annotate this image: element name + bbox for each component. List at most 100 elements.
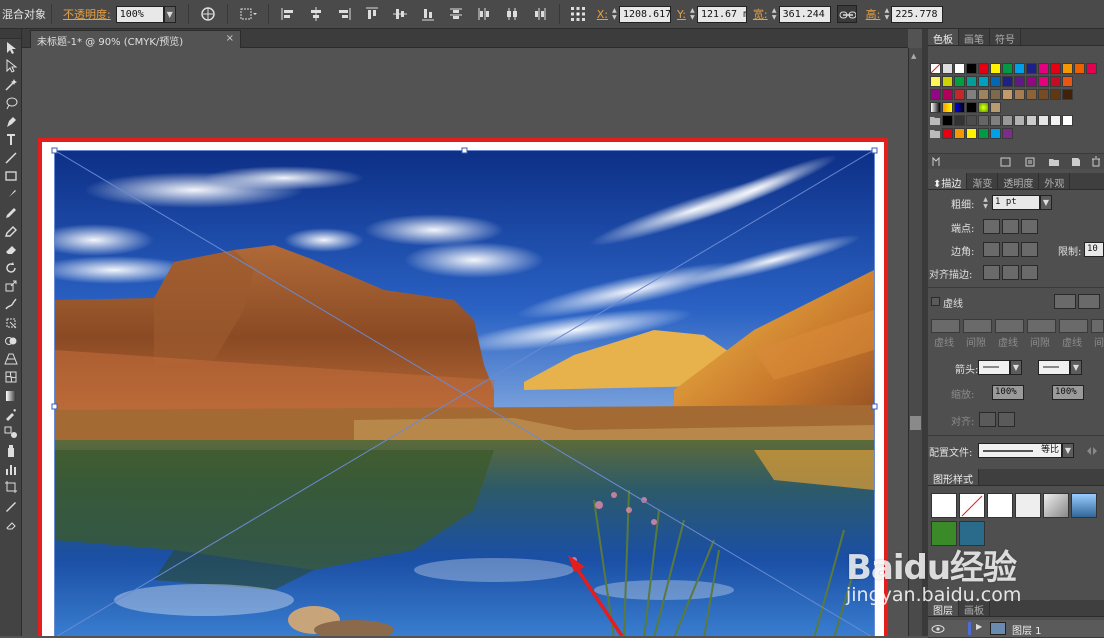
color-swatch[interactable] bbox=[1014, 76, 1025, 87]
color-swatch[interactable] bbox=[954, 128, 965, 139]
bevel-join-icon[interactable] bbox=[1021, 242, 1038, 257]
stroke-weight-dropdown-icon[interactable]: ▼ bbox=[1040, 195, 1052, 210]
color-swatch[interactable] bbox=[990, 115, 1001, 126]
delete-swatch-icon[interactable] bbox=[1090, 156, 1102, 168]
color-swatch[interactable] bbox=[942, 89, 953, 100]
round-cap-icon[interactable] bbox=[1002, 219, 1019, 234]
color-swatch[interactable] bbox=[1026, 115, 1037, 126]
color-swatch[interactable] bbox=[954, 89, 965, 100]
tab-symbols[interactable]: 符号 bbox=[990, 29, 1021, 46]
y-stepper-icon[interactable]: ▲ ▼ bbox=[688, 6, 697, 23]
color-swatch[interactable] bbox=[1050, 63, 1061, 74]
align-dash-corners-icon[interactable] bbox=[1078, 294, 1100, 309]
eraser-tool-icon[interactable] bbox=[0, 240, 22, 258]
start-arrowhead-dropdown-icon[interactable]: ▼ bbox=[1010, 360, 1022, 375]
distribute-center-icon[interactable] bbox=[504, 6, 520, 22]
tab-gradient[interactable]: 渐变 bbox=[967, 173, 999, 190]
width-field[interactable]: 361.244 bbox=[778, 5, 831, 23]
align-center-v-icon[interactable] bbox=[392, 6, 408, 22]
color-swatch[interactable] bbox=[1038, 63, 1049, 74]
gradient-tool-icon[interactable] bbox=[0, 387, 22, 405]
scrollbar-thumb[interactable] bbox=[910, 416, 921, 430]
color-swatch[interactable] bbox=[1038, 76, 1049, 87]
graphic-style-default[interactable] bbox=[931, 493, 957, 518]
x-field[interactable]: 1208.617 bbox=[618, 5, 671, 23]
color-swatch[interactable] bbox=[966, 128, 977, 139]
stroke-weight-stepper-icon[interactable]: ▲ ▼ bbox=[981, 195, 990, 210]
new-color-group-icon[interactable] bbox=[1048, 156, 1060, 168]
arrow-tip-beyond-icon[interactable] bbox=[979, 412, 996, 427]
color-swatch[interactable] bbox=[1050, 76, 1061, 87]
swatch-pattern-1[interactable] bbox=[978, 102, 989, 113]
y-field[interactable]: 121.67 m bbox=[696, 5, 747, 23]
swatch-registration[interactable] bbox=[942, 63, 953, 74]
transform-reference-icon[interactable] bbox=[238, 6, 258, 22]
distribute-right-icon[interactable] bbox=[532, 6, 548, 22]
eraser-small-tool-icon[interactable] bbox=[0, 515, 22, 533]
tools-panel-grip[interactable] bbox=[0, 29, 21, 39]
tab-graphic-styles[interactable]: 图形样式 bbox=[928, 469, 979, 486]
type-tool-icon[interactable] bbox=[0, 130, 22, 148]
align-stroke-center-icon[interactable] bbox=[983, 265, 1000, 280]
x-stepper-icon[interactable]: ▲ ▼ bbox=[610, 6, 619, 23]
color-swatch[interactable] bbox=[1038, 115, 1049, 126]
opacity-field[interactable]: 100% bbox=[115, 5, 164, 23]
flip-profile-icon[interactable] bbox=[1086, 445, 1098, 457]
color-swatch[interactable] bbox=[1002, 63, 1013, 74]
swatch-gradient-3[interactable] bbox=[954, 102, 965, 113]
magic-wand-tool-icon[interactable] bbox=[0, 76, 22, 94]
align-right-icon[interactable] bbox=[336, 6, 352, 22]
color-swatch[interactable] bbox=[1038, 89, 1049, 100]
reference-point-icon[interactable] bbox=[569, 5, 587, 23]
rotate-tool-icon[interactable] bbox=[0, 259, 22, 277]
color-swatch[interactable] bbox=[1074, 63, 1085, 74]
distribute-top-icon[interactable] bbox=[448, 6, 464, 22]
swatch-libraries-icon[interactable] bbox=[932, 156, 944, 168]
opacity-label[interactable]: 不透明度: bbox=[63, 6, 111, 22]
color-swatch[interactable] bbox=[978, 89, 989, 100]
color-swatch[interactable] bbox=[1026, 63, 1037, 74]
arrow-tip-at-end-icon[interactable] bbox=[998, 412, 1015, 427]
color-swatch[interactable] bbox=[954, 76, 965, 87]
color-swatch[interactable] bbox=[930, 89, 941, 100]
align-bottom-icon[interactable] bbox=[420, 6, 436, 22]
color-swatch[interactable] bbox=[1062, 76, 1073, 87]
free-transform-tool-icon[interactable] bbox=[0, 313, 22, 331]
distribute-left-icon[interactable] bbox=[476, 6, 492, 22]
blob-brush-tool-icon[interactable] bbox=[0, 222, 22, 240]
graphic-style-bevel[interactable] bbox=[1043, 493, 1069, 518]
tab-swatches[interactable]: 色板 bbox=[928, 29, 959, 46]
tab-appearance[interactable]: 外观 bbox=[1039, 173, 1071, 190]
end-arrowhead-dropdown-icon[interactable]: ▼ bbox=[1070, 360, 1082, 375]
graphic-style-white[interactable] bbox=[987, 493, 1013, 518]
dashed-line-checkbox[interactable] bbox=[931, 297, 940, 306]
swatch-gradient-2[interactable] bbox=[942, 102, 953, 113]
color-swatch[interactable] bbox=[990, 76, 1001, 87]
swatch-black[interactable] bbox=[966, 102, 977, 113]
blend-tool-icon[interactable] bbox=[0, 423, 22, 441]
document-tab[interactable]: 未标题-1* @ 90% (CMYK/预览) × bbox=[30, 30, 241, 48]
miter-join-icon[interactable] bbox=[983, 242, 1000, 257]
swatch-gradient-1[interactable] bbox=[930, 102, 941, 113]
dash-field-1[interactable] bbox=[931, 319, 960, 333]
color-swatch[interactable] bbox=[942, 76, 953, 87]
show-swatch-kinds-icon[interactable] bbox=[1000, 156, 1012, 168]
color-swatch[interactable] bbox=[942, 115, 953, 126]
color-swatch[interactable] bbox=[978, 128, 989, 139]
color-swatch[interactable] bbox=[1062, 89, 1073, 100]
new-swatch-icon[interactable] bbox=[1070, 156, 1082, 168]
color-swatch[interactable] bbox=[966, 89, 977, 100]
align-left-icon[interactable] bbox=[280, 6, 296, 22]
pen-tool-icon[interactable] bbox=[0, 112, 22, 130]
preserve-dash-icon[interactable] bbox=[1054, 294, 1076, 309]
tab-stroke[interactable]: ⬍描边 bbox=[928, 173, 968, 190]
end-scale-field[interactable]: 100% bbox=[1052, 385, 1084, 400]
start-scale-field[interactable]: 100% bbox=[992, 385, 1024, 400]
color-swatch[interactable] bbox=[990, 89, 1001, 100]
perspective-grid-tool-icon[interactable] bbox=[0, 350, 22, 368]
color-swatch[interactable] bbox=[1002, 89, 1013, 100]
dash-field-2[interactable] bbox=[995, 319, 1024, 333]
graphic-style-none[interactable] bbox=[959, 493, 985, 518]
color-swatch[interactable] bbox=[1062, 115, 1073, 126]
color-swatch[interactable] bbox=[966, 63, 977, 74]
